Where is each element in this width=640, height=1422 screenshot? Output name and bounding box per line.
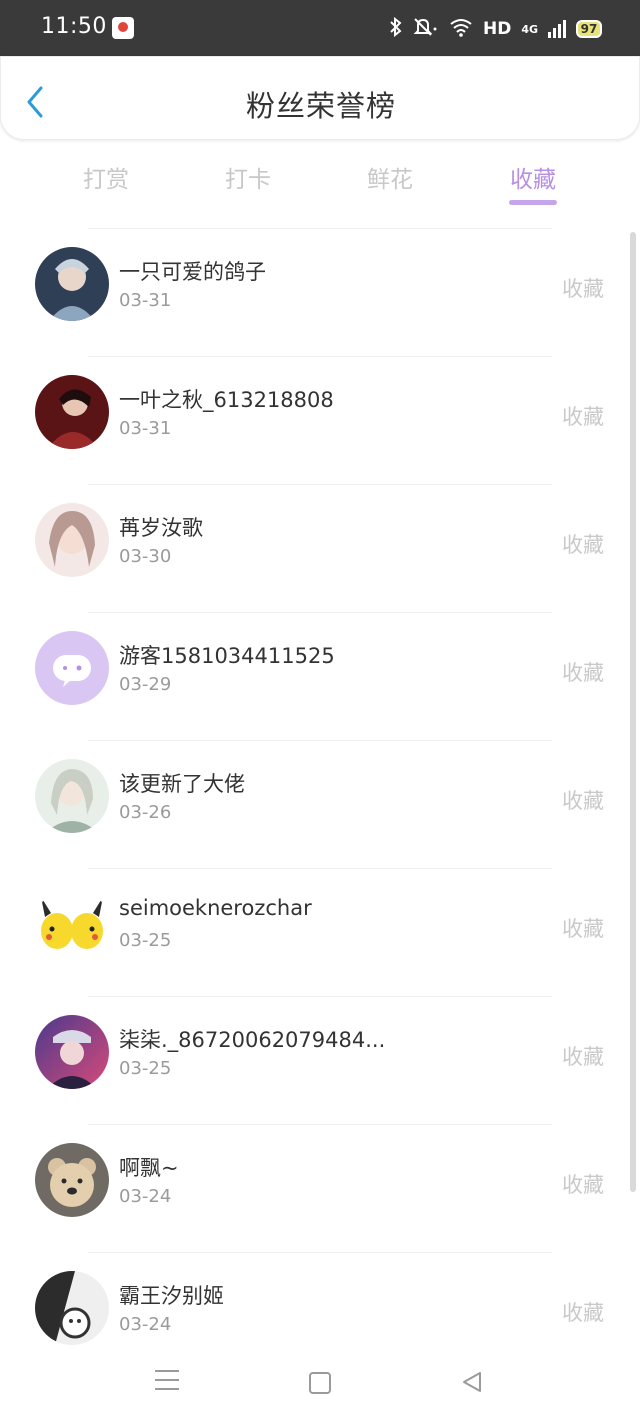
list-item[interactable]: 一叶之秋_613218808 03-31 收藏 (0, 356, 640, 484)
list-item[interactable]: 该更新了大佬 03-26 收藏 (0, 740, 640, 868)
avatar (35, 1143, 109, 1217)
user-name: 一叶之秋_613218808 (119, 388, 334, 412)
user-name: 霸王汐别姬 (119, 1284, 224, 1308)
avatar (35, 1015, 109, 1089)
back-icon[interactable] (460, 1370, 484, 1394)
user-date: 03-24 (119, 1314, 172, 1335)
tab-favorites[interactable]: 收藏 (493, 160, 573, 194)
avatar (35, 247, 109, 321)
avatar (35, 887, 109, 961)
battery-level: 97 (580, 22, 598, 36)
row-divider (88, 484, 552, 485)
menu-icon[interactable] (155, 1370, 179, 1392)
user-name: 啊飘~ (119, 1156, 179, 1180)
row-divider (88, 868, 552, 869)
user-name: 苒岁汝歌 (119, 516, 203, 540)
list-item[interactable]: 柒柒._86720062079484... 03-25 收藏 (0, 996, 640, 1124)
user-name: 游客1581034411525 (119, 644, 335, 668)
user-date: 03-30 (119, 546, 172, 567)
user-date: 03-31 (119, 418, 172, 439)
row-divider (88, 740, 552, 741)
bluetooth-icon (389, 16, 403, 41)
avatar (35, 1271, 109, 1345)
avatar (35, 375, 109, 449)
action-tag: 收藏 (562, 661, 604, 685)
user-name: 一只可爱的鸽子 (119, 260, 266, 284)
scrollbar[interactable] (630, 232, 636, 1192)
app-header: 粉丝荣誉榜 (0, 56, 640, 140)
user-date: 03-25 (119, 1058, 172, 1079)
user-name: 柒柒._86720062079484... (119, 1028, 386, 1052)
list-item[interactable]: seimoeknerozchar 03-25 收藏 (0, 868, 640, 996)
action-tag: 收藏 (562, 405, 604, 429)
list-item[interactable]: 一只可爱的鸽子 03-31 收藏 (0, 228, 640, 356)
status-bar: 11:50 HD 4G 97 (0, 0, 640, 56)
user-date: 03-24 (119, 1186, 172, 1207)
user-date: 03-25 (119, 930, 172, 951)
user-name: 该更新了大佬 (119, 772, 245, 796)
list-item[interactable]: 苒岁汝歌 03-30 收藏 (0, 484, 640, 612)
signal-icon (548, 20, 566, 38)
avatar (35, 759, 109, 833)
avatar (35, 503, 109, 577)
action-tag: 收藏 (562, 789, 604, 813)
user-date: 03-29 (119, 674, 172, 695)
action-tag: 收藏 (562, 277, 604, 301)
row-divider (88, 996, 552, 997)
list-item[interactable]: 啊飘~ 03-24 收藏 (0, 1124, 640, 1252)
list-item[interactable]: 游客1581034411525 03-29 收藏 (0, 612, 640, 740)
mute-icon (413, 17, 439, 41)
user-date: 03-26 (119, 802, 172, 823)
hd-label: HD (482, 19, 512, 39)
avatar (35, 631, 109, 705)
battery-icon: 97 (576, 20, 602, 38)
tab-flowers[interactable]: 鲜花 (350, 160, 430, 194)
row-divider (88, 228, 552, 229)
page-title: 粉丝荣誉榜 (245, 89, 396, 123)
action-tag: 收藏 (562, 1045, 604, 1069)
tab-reward[interactable]: 打赏 (66, 160, 146, 194)
user-name: seimoeknerozchar (119, 896, 312, 920)
row-divider (88, 1124, 552, 1125)
action-tag: 收藏 (562, 1301, 604, 1325)
user-date: 03-31 (119, 290, 172, 311)
row-divider (88, 356, 552, 357)
home-icon[interactable] (309, 1372, 331, 1394)
notification-app-icon (112, 17, 134, 39)
system-nav-bar (0, 1352, 640, 1422)
active-tab-indicator (509, 200, 557, 205)
action-tag: 收藏 (562, 1173, 604, 1197)
network-label: 4G (521, 22, 538, 36)
action-tag: 收藏 (562, 917, 604, 941)
status-icons: HD 4G 97 (389, 16, 602, 41)
row-divider (88, 612, 552, 613)
wifi-icon (449, 17, 473, 41)
status-time: 11:50 (41, 14, 107, 39)
row-divider (88, 1252, 552, 1253)
action-tag: 收藏 (562, 533, 604, 557)
tab-checkin[interactable]: 打卡 (208, 160, 288, 194)
